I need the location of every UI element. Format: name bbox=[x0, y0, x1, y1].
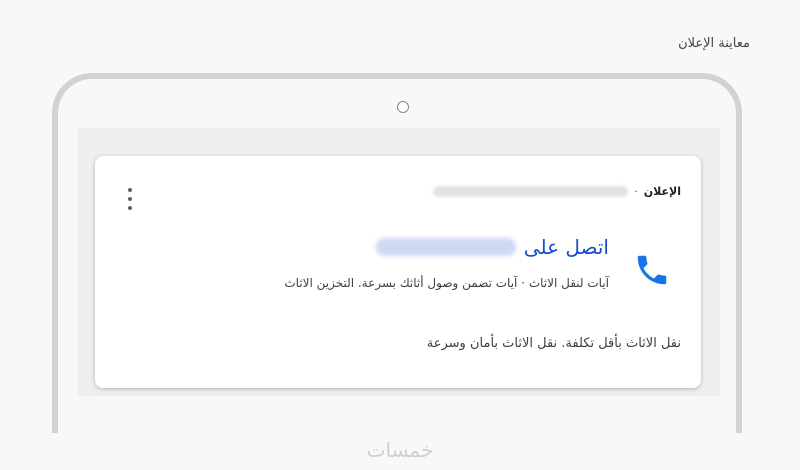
ad-tagline: نقل الاثاث بأقل تكلفة. نقل الاثاث بأمان … bbox=[426, 336, 681, 351]
more-vert-icon[interactable] bbox=[125, 188, 135, 210]
ad-preview-title: معاينة الإعلان bbox=[678, 36, 750, 51]
ad-description: آيات لنقل الاثاث · آيات تضمن وصول أثاثك … bbox=[284, 276, 609, 290]
headline-text[interactable]: اتصل على bbox=[524, 235, 609, 259]
ad-headline[interactable]: اتصل على bbox=[375, 235, 609, 259]
phone-screen: الإعلان · اتصل على آيات لنقل الاثاث · آي… bbox=[78, 128, 720, 396]
ad-label: الإعلان bbox=[643, 185, 681, 198]
phone-frame: الإعلان · اتصل على آيات لنقل الاثاث · آي… bbox=[52, 73, 742, 433]
blurred-display-url bbox=[433, 186, 629, 197]
separator-dot: · bbox=[634, 185, 638, 198]
ad-header: الإعلان · bbox=[433, 185, 681, 198]
phone-icon[interactable] bbox=[633, 251, 671, 289]
camera-icon bbox=[397, 101, 409, 113]
watermark-logo: خمسات bbox=[366, 438, 434, 462]
ad-card[interactable]: الإعلان · اتصل على آيات لنقل الاثاث · آي… bbox=[95, 156, 701, 388]
blurred-phone-number bbox=[375, 238, 516, 256]
